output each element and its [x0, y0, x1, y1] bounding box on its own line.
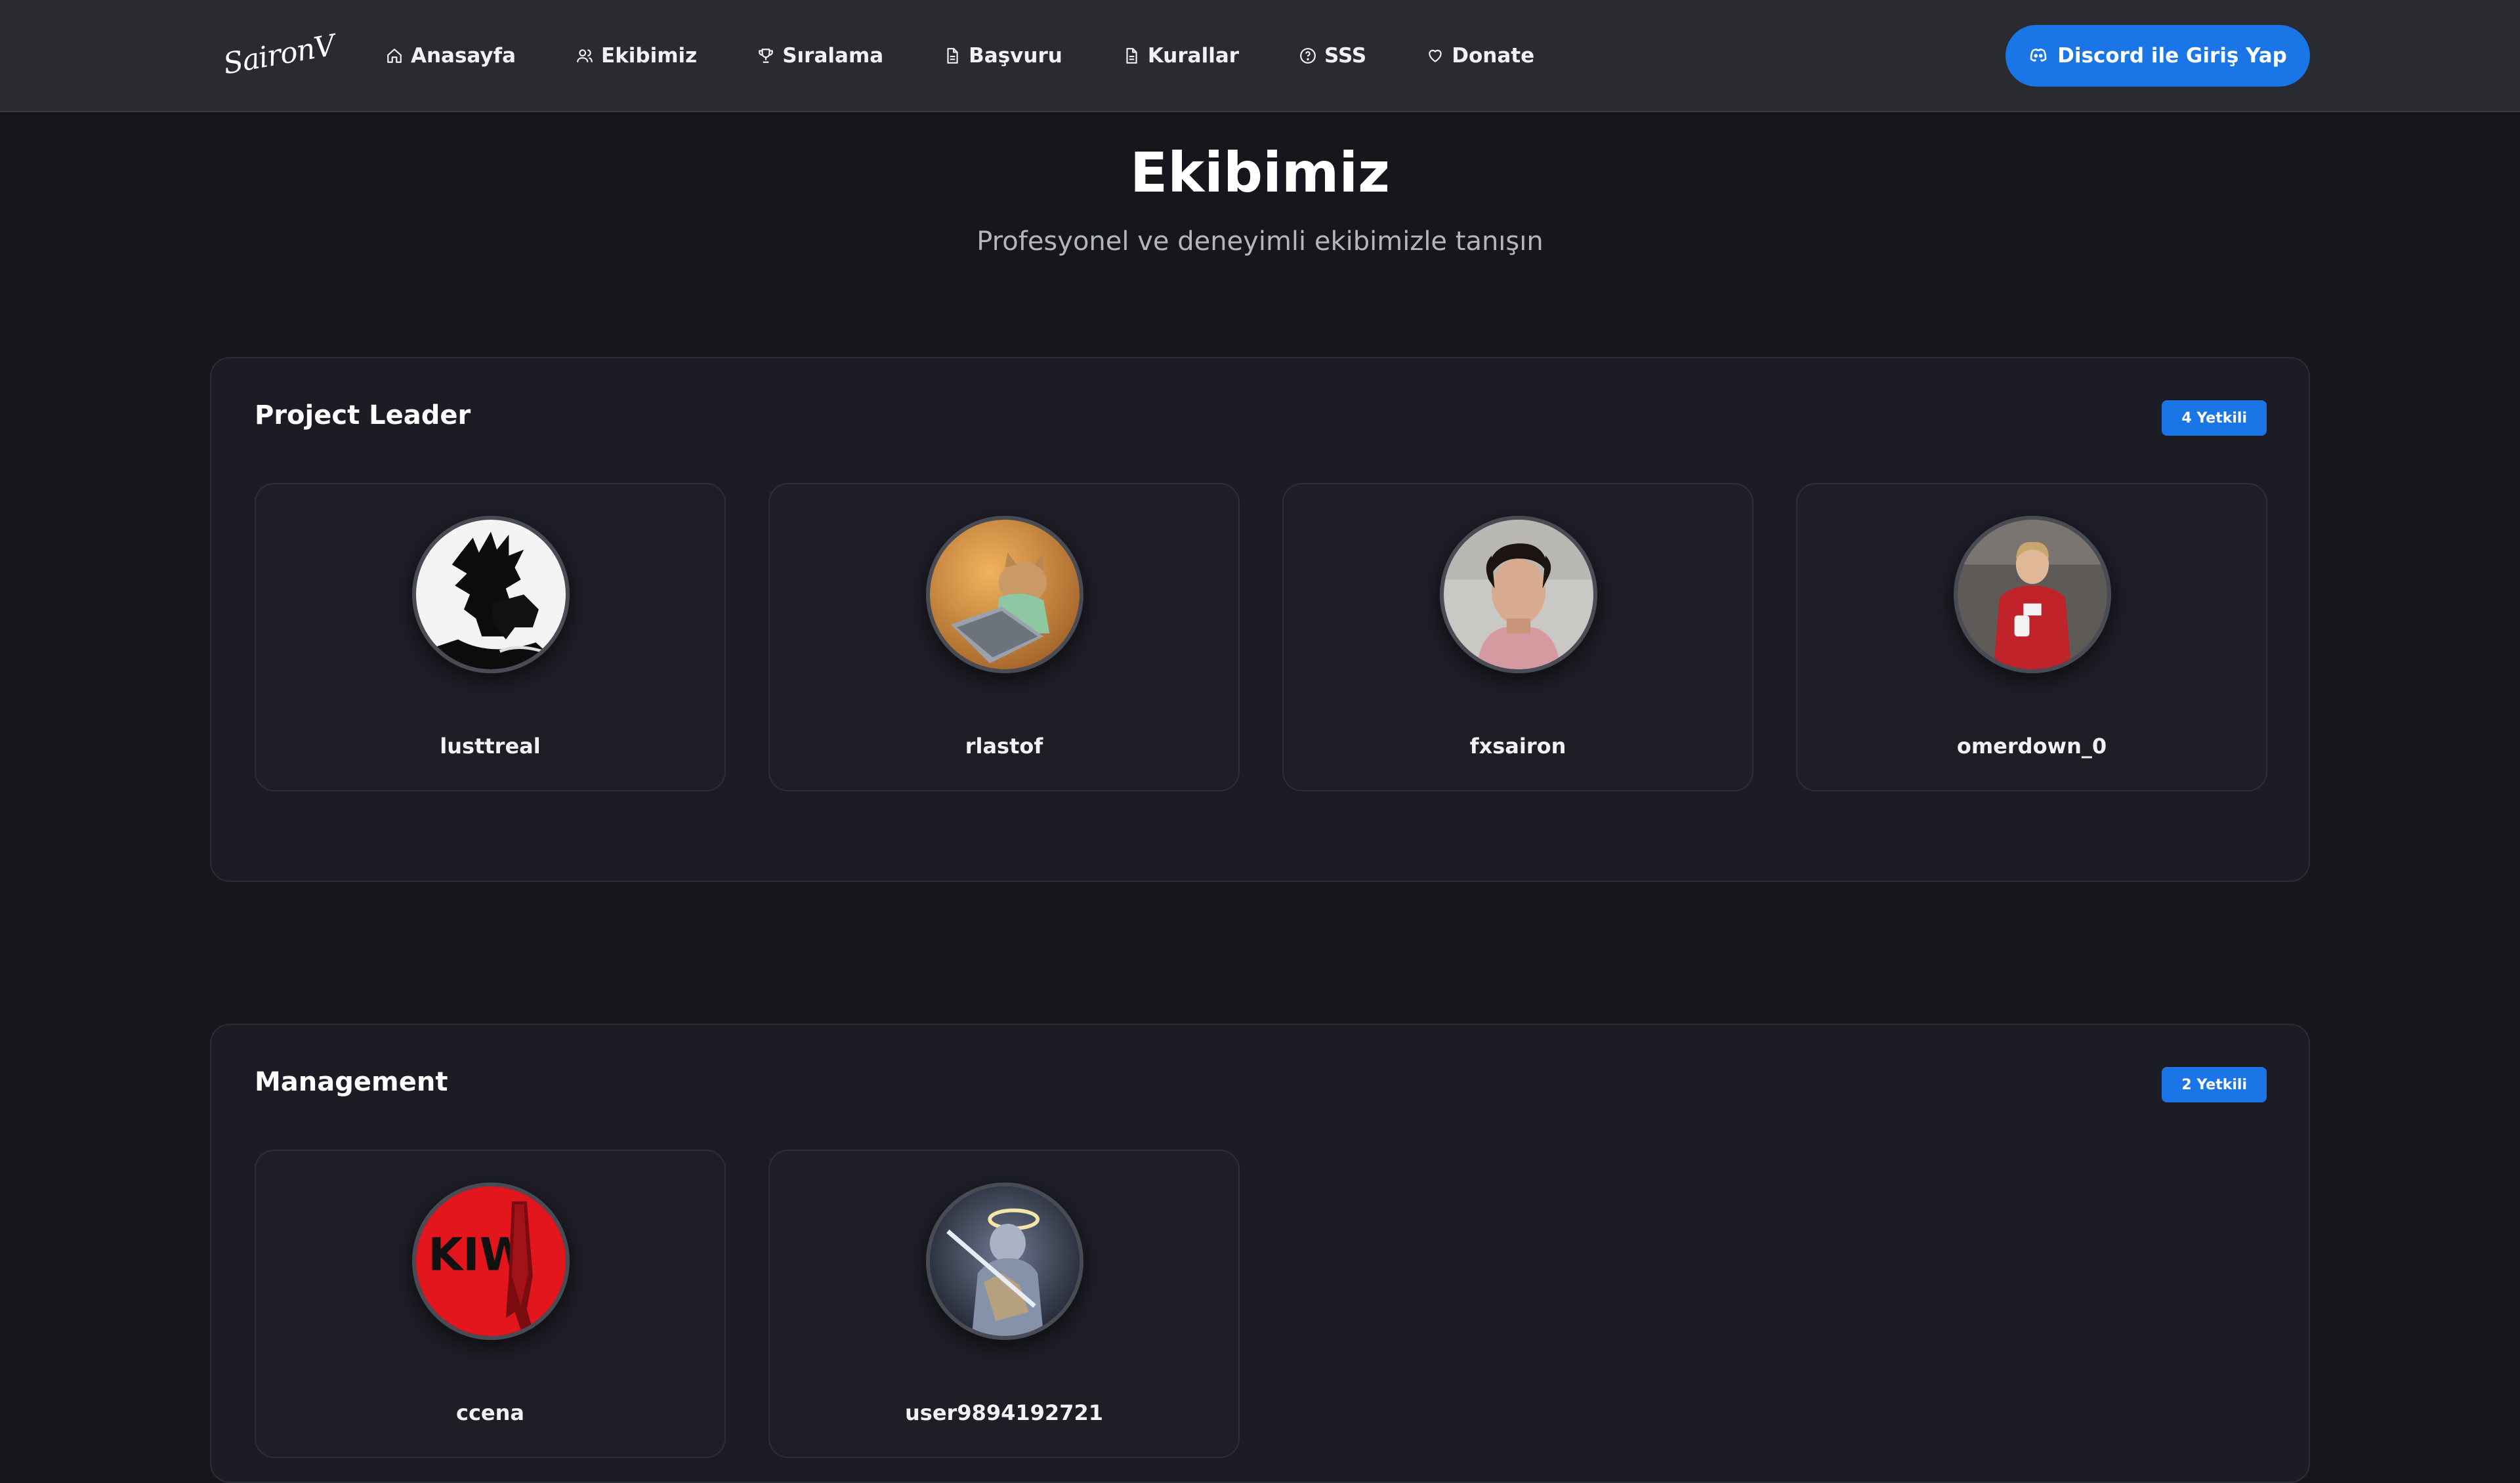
nav-item-label: Anasayfa — [411, 44, 516, 68]
nav-item-siralama[interactable]: Sıralama — [757, 44, 883, 68]
section-management: Management 2 Yetkili KIW ccena user98941… — [210, 1024, 2310, 1483]
avatar — [412, 516, 570, 673]
document-icon — [944, 47, 961, 64]
nav-item-sss[interactable]: SSS — [1299, 44, 1366, 68]
nav-item-basvuru[interactable]: Başvuru — [944, 44, 1062, 68]
nav-item-ekibimiz[interactable]: Ekibimiz — [576, 44, 697, 68]
nav-item-label: Kurallar — [1147, 44, 1240, 68]
member-card[interactable]: fxsairon — [1282, 483, 1754, 791]
member-name: rlastof — [965, 734, 1043, 759]
logo[interactable]: SaironV — [220, 29, 337, 86]
member-count-badge: 4 Yetkili — [2162, 400, 2267, 436]
document-icon — [1123, 47, 1140, 64]
nav-item-label: SSS — [1324, 44, 1367, 68]
nav-item-anasayfa[interactable]: Anasayfa — [386, 44, 516, 68]
page-subtitle: Profesyonel ve deneyimli ekibimizle tanı… — [976, 226, 1544, 257]
member-card[interactable]: KIW ccena — [255, 1150, 726, 1458]
users-icon — [576, 47, 593, 64]
nav-item-label: Donate — [1452, 44, 1535, 68]
page-title: Ekibimiz — [1129, 140, 1391, 205]
member-name: user9894192721 — [905, 1400, 1103, 1425]
member-name: fxsairon — [1469, 734, 1566, 759]
member-card[interactable]: omerdown_0 — [1796, 483, 2267, 791]
nav-item-donate[interactable]: Donate — [1427, 44, 1534, 68]
heart-icon — [1427, 47, 1444, 64]
help-circle-icon — [1299, 47, 1316, 64]
member-name: ccena — [455, 1400, 524, 1425]
avatar — [926, 1182, 1083, 1340]
member-card[interactable]: user9894192721 — [768, 1150, 1240, 1458]
top-navbar: SaironV Anasayfa Ekibimiz Sıralama Başvu… — [0, 0, 2520, 112]
discord-login-button[interactable]: Discord ile Giriş Yap — [2006, 25, 2310, 87]
section-project-leader: Project Leader 4 Yetkili lusttreal rlast… — [210, 357, 2310, 882]
member-card[interactable]: rlastof — [768, 483, 1240, 791]
nav-item-label: Ekibimiz — [601, 44, 698, 68]
member-card[interactable]: lusttreal — [255, 483, 726, 791]
section-title: Project Leader — [255, 400, 471, 430]
nav-links: Anasayfa Ekibimiz Sıralama Başvuru Kural… — [386, 39, 1595, 72]
trophy-icon — [757, 47, 774, 64]
member-name: lusttreal — [440, 734, 541, 759]
avatar — [926, 516, 1083, 673]
avatar — [1954, 516, 2111, 673]
avatar — [1440, 516, 1597, 673]
member-count-badge: 2 Yetkili — [2162, 1067, 2267, 1102]
discord-icon — [2028, 46, 2048, 66]
member-name: omerdown_0 — [1956, 734, 2107, 759]
section-title: Management — [255, 1067, 448, 1097]
nav-item-label: Sıralama — [782, 44, 884, 68]
nav-item-kurallar[interactable]: Kurallar — [1123, 44, 1239, 68]
home-icon — [386, 47, 403, 64]
avatar: KIW — [412, 1182, 570, 1340]
login-button-label: Discord ile Giriş Yap — [2057, 44, 2287, 68]
nav-item-label: Başvuru — [969, 44, 1062, 68]
